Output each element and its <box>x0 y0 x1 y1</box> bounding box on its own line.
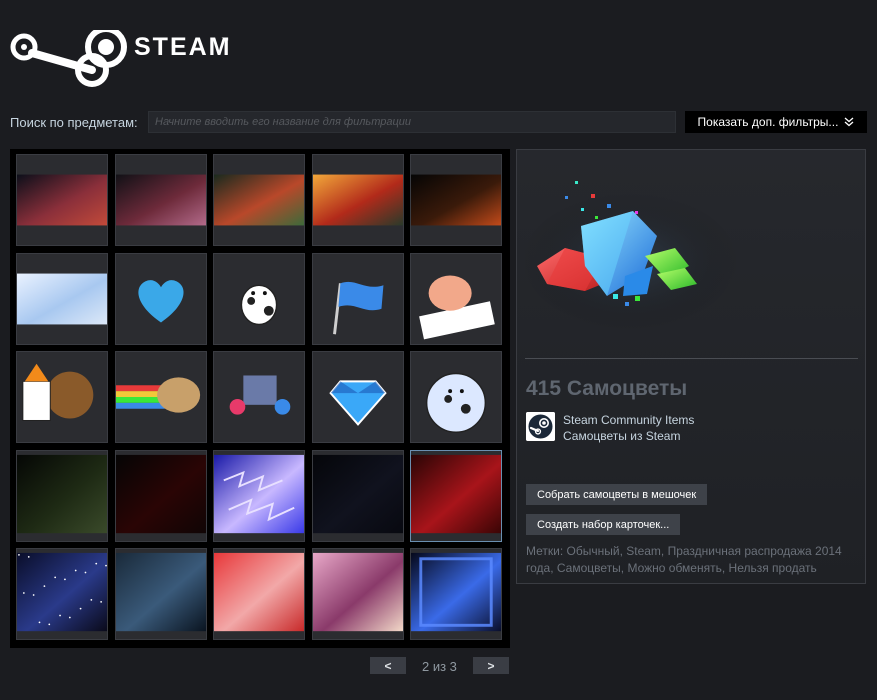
inventory-slot[interactable] <box>114 548 207 640</box>
pack-gems-button[interactable]: Собрать самоцветы в мешочек <box>526 484 708 505</box>
game-name[interactable]: Steam Community Items <box>563 413 694 427</box>
inventory-slot[interactable] <box>311 449 404 542</box>
inventory-slot[interactable] <box>16 548 108 640</box>
background-item-4-thumbnail <box>312 174 403 226</box>
inventory-slot[interactable] <box>311 548 404 640</box>
prev-page-button[interactable]: < <box>370 657 406 674</box>
inventory-grid <box>10 149 510 648</box>
chevrons-down-icon <box>845 117 854 127</box>
emoticon-piano-icon <box>419 275 495 339</box>
inventory-slot[interactable] <box>410 351 502 443</box>
emoticon-rainbow-icon <box>115 377 200 413</box>
inventory-slot[interactable] <box>213 154 305 246</box>
inventory-slot[interactable] <box>213 548 305 640</box>
inventory-slot[interactable] <box>114 154 207 246</box>
filter-label: Поиск по предметам: <box>10 115 138 130</box>
emoticon-heart-icon <box>137 279 184 322</box>
inventory-slot[interactable] <box>16 351 108 443</box>
background-item-11-thumbnail <box>411 454 501 533</box>
background-item-6-thumbnail <box>17 273 107 324</box>
background-item-13-thumbnail <box>115 552 206 632</box>
trademark-symbol: ™ <box>221 36 229 45</box>
emoticon-gem-icon <box>328 380 387 426</box>
inventory-slot[interactable] <box>114 449 207 542</box>
page-indicator: 2 из 3 <box>422 659 457 674</box>
more-filters-button[interactable]: Показать доп. фильтры... <box>685 111 867 133</box>
background-item-16-icon <box>411 552 501 632</box>
steam-logo-icon <box>526 412 555 441</box>
filter-input[interactable] <box>148 111 676 133</box>
background-item-2-thumbnail <box>115 174 206 226</box>
background-item-9-icon <box>214 454 304 533</box>
inventory-slot[interactable] <box>16 154 108 246</box>
steam-wordmark: STEAM <box>134 33 232 61</box>
inventory-slot[interactable] <box>311 351 404 443</box>
item-detail-panel: 415 Самоцветы Steam Community Items Само… <box>516 149 866 584</box>
inventory-slot[interactable] <box>410 449 502 542</box>
detail-separator <box>525 358 858 359</box>
background-item-12-icon <box>17 552 107 632</box>
inventory-slot[interactable] <box>16 252 108 345</box>
background-item-10-thumbnail <box>312 454 403 533</box>
pager: < 2 из 3 > <box>0 657 877 677</box>
background-item-7-thumbnail <box>17 454 107 533</box>
background-item-14-thumbnail <box>214 552 304 632</box>
inventory-slot[interactable] <box>410 548 502 640</box>
inventory-slot[interactable] <box>114 252 207 345</box>
inventory-slot[interactable] <box>16 449 108 542</box>
emoticon-soldier-icon <box>22 363 94 421</box>
inventory-slot[interactable] <box>213 351 305 443</box>
emoticon-chat-icon <box>229 375 291 415</box>
inventory-slot[interactable] <box>410 252 502 345</box>
emoticon-cow-sleepy-icon <box>425 372 487 433</box>
inventory-slot[interactable] <box>311 252 404 345</box>
item-type: Самоцветы из Steam <box>563 429 681 443</box>
inventory-slot[interactable] <box>213 252 305 345</box>
emoticon-flag-icon <box>332 281 383 334</box>
background-item-15-thumbnail <box>312 552 403 632</box>
create-booster-button[interactable]: Создать набор карточек... <box>526 514 681 535</box>
item-tags: Метки: Обычный, Steam, Праздничная распр… <box>526 544 842 575</box>
next-page-button[interactable]: > <box>473 657 509 674</box>
inventory-slot[interactable] <box>311 154 404 246</box>
more-filters-label: Показать доп. фильтры... <box>697 115 839 129</box>
gems-icon <box>525 181 740 331</box>
item-title: 415 Самоцветы <box>526 377 688 400</box>
inventory-slot[interactable] <box>213 449 305 542</box>
background-item-1-thumbnail <box>17 174 107 226</box>
background-item-5-thumbnail <box>411 174 501 226</box>
background-item-3-thumbnail <box>214 174 304 226</box>
inventory-slot[interactable] <box>114 351 207 443</box>
inventory-slot[interactable] <box>410 154 502 246</box>
background-item-8-thumbnail <box>115 454 206 533</box>
emoticon-cow-icon <box>240 284 278 325</box>
